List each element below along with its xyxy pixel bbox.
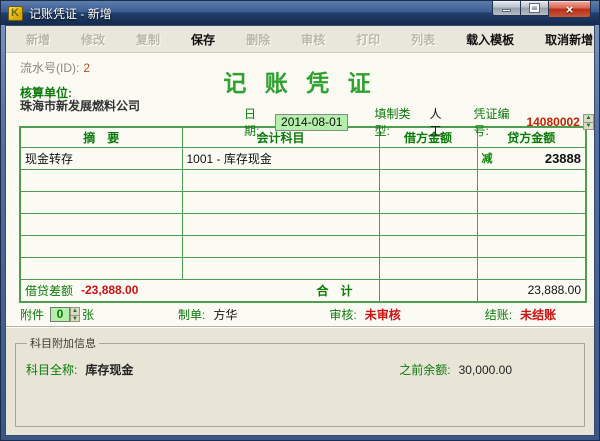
maximize-button[interactable] — [521, 1, 549, 16]
account-fullname-value: 库存现金 — [85, 361, 133, 378]
debit-cell[interactable] — [379, 235, 477, 257]
voucher-title: 记 账 凭 证 — [6, 64, 594, 98]
spinner-down-icon[interactable]: ▼ — [71, 316, 79, 323]
voucher-no-value[interactable]: 14080002 — [526, 115, 579, 129]
prev-balance-label: 之前余额: — [399, 361, 450, 378]
total-label: 合 计 — [316, 282, 352, 299]
account-cell[interactable] — [182, 257, 379, 279]
credit-cell[interactable] — [477, 257, 586, 279]
table-row-empty — [20, 213, 586, 235]
prev-balance-value: 30,000.00 — [459, 363, 512, 377]
toolbar: 新增 修改 复制 保存 删除 审核 打印 列表 载入模板 取消新增 — [6, 26, 594, 53]
audit-status: 未审核 — [365, 306, 401, 323]
summary-cell[interactable] — [20, 213, 182, 235]
voucher-footer: 附件 0 ▲▼ 张 制单: 方华 审核: 未审核 结账: 未结账 — [6, 303, 594, 327]
spinner-up-icon[interactable]: ▲ — [71, 308, 79, 316]
spinner-down-icon[interactable]: ▼ — [584, 123, 593, 130]
extra-info-row: 科目全称: 库存现金 之前余额: 30,000.00 — [26, 361, 574, 378]
toolbar-button-load-template[interactable]: 载入模板 — [466, 31, 514, 48]
total-debit-cell — [379, 279, 477, 302]
table-row: 现金转存 1001 - 库存现金 减 23888 — [20, 147, 586, 169]
unit-name: 珠海市新发展燃料公司 — [20, 97, 140, 114]
credit-tag: 减 — [482, 150, 493, 166]
credit-cell[interactable] — [477, 213, 586, 235]
window-title: 记账凭证 - 新增 — [29, 5, 112, 22]
summary-cell[interactable] — [20, 235, 182, 257]
date-label: 日期: — [244, 105, 269, 139]
table-row-empty — [20, 257, 586, 279]
voucher-header: 流水号(ID):2 记 账 凭 证 核算单位: 珠海市新发展燃料公司 日期: 2… — [6, 53, 594, 126]
extra-info-panel: 科目附加信息 科目全称: 库存现金 之前余额: 30,000.00 — [6, 327, 594, 435]
extra-info-groupbox: 科目附加信息 科目全称: 库存现金 之前余额: 30,000.00 — [15, 335, 585, 427]
account-fullname-label: 科目全称: — [26, 361, 77, 378]
close-button[interactable]: × — [549, 1, 591, 18]
credit-value: 23888 — [545, 151, 581, 166]
attachment-label: 附件 — [20, 306, 44, 323]
toolbar-button-list[interactable]: 列表 — [411, 31, 435, 48]
debit-cell[interactable] — [379, 147, 477, 169]
maximize-icon — [530, 4, 539, 12]
settle-status: 未结账 — [520, 306, 556, 323]
balance-label: 借贷差额 — [25, 282, 73, 299]
voucher-table: 摘 要 会计科目 借方金额 贷方金额 现金转存 1001 - 库存现金 减 23… — [19, 126, 587, 303]
maker-label: 制单: — [178, 306, 205, 323]
summary-cell[interactable]: 现金转存 — [20, 147, 182, 169]
debit-cell[interactable] — [379, 169, 477, 191]
prev-balance-group: 之前余额: 30,000.00 — [399, 361, 512, 378]
toolbar-button-delete[interactable]: 删除 — [246, 31, 270, 48]
fill-type-label: 填制类型: — [374, 105, 421, 139]
app-window: 记账凭证 - 新增 × 新增 修改 复制 保存 删除 审核 打印 列表 载入模板… — [0, 0, 600, 441]
toolbar-button-print[interactable]: 打印 — [356, 31, 380, 48]
date-row: 日期: 2014-08-01 填制类型: 人工 凭证编号: 14080002 ▲… — [244, 105, 594, 139]
minimize-icon — [502, 9, 511, 12]
toolbar-button-add[interactable]: 新增 — [26, 31, 50, 48]
account-cell[interactable]: 1001 - 库存现金 — [182, 147, 379, 169]
extra-info-title: 科目附加信息 — [27, 335, 99, 351]
close-icon: × — [566, 3, 574, 16]
table-row-empty — [20, 169, 586, 191]
attachment-spinner[interactable]: ▲▼ — [70, 307, 80, 322]
summary-cell[interactable] — [20, 191, 182, 213]
settle-label: 结账: — [485, 306, 512, 323]
credit-cell[interactable] — [477, 235, 586, 257]
summary-cell[interactable] — [20, 169, 182, 191]
maker-value: 方华 — [213, 306, 237, 323]
credit-cell[interactable] — [477, 191, 586, 213]
toolbar-button-audit[interactable]: 审核 — [301, 31, 325, 48]
credit-cell[interactable] — [477, 169, 586, 191]
audit-label: 审核: — [329, 306, 356, 323]
summary-cell[interactable] — [20, 257, 182, 279]
attachment-unit: 张 — [82, 306, 94, 323]
credit-cell[interactable]: 减 23888 — [477, 147, 586, 169]
table-row-empty — [20, 235, 586, 257]
fill-type-value: 人工 — [429, 105, 451, 139]
table-row-empty — [20, 191, 586, 213]
date-input[interactable]: 2014-08-01 — [275, 114, 348, 131]
balance-cell: 借贷差额 -23,888.00 合 计 — [20, 279, 379, 302]
debit-cell[interactable] — [379, 213, 477, 235]
spinner-up-icon[interactable]: ▲ — [584, 115, 593, 123]
voucher-no-spinner[interactable]: ▲▼ — [583, 114, 594, 130]
account-cell[interactable] — [182, 235, 379, 257]
toolbar-button-cancel-new[interactable]: 取消新增 — [545, 31, 593, 48]
window-controls: × — [492, 1, 591, 18]
toolbar-button-edit[interactable]: 修改 — [81, 31, 105, 48]
debit-cell[interactable] — [379, 191, 477, 213]
minimize-button[interactable] — [492, 1, 521, 16]
client-area: 新增 修改 复制 保存 删除 审核 打印 列表 载入模板 取消新增 流水号(ID… — [5, 25, 595, 436]
title-bar[interactable]: 记账凭证 - 新增 × — [1, 1, 599, 25]
header-summary: 摘 要 — [20, 127, 182, 147]
total-credit-cell: 23,888.00 — [477, 279, 586, 302]
account-cell[interactable] — [182, 213, 379, 235]
summary-total-row: 借贷差额 -23,888.00 合 计 23,888.00 — [20, 279, 586, 302]
balance-value: -23,888.00 — [81, 283, 138, 297]
voucher-no-label: 凭证编号: — [473, 105, 520, 139]
account-cell[interactable] — [182, 169, 379, 191]
account-cell[interactable] — [182, 191, 379, 213]
toolbar-button-copy[interactable]: 复制 — [136, 31, 160, 48]
debit-cell[interactable] — [379, 257, 477, 279]
attachment-count-input[interactable]: 0 — [50, 307, 70, 322]
toolbar-button-save[interactable]: 保存 — [191, 31, 215, 48]
app-icon — [8, 6, 23, 21]
